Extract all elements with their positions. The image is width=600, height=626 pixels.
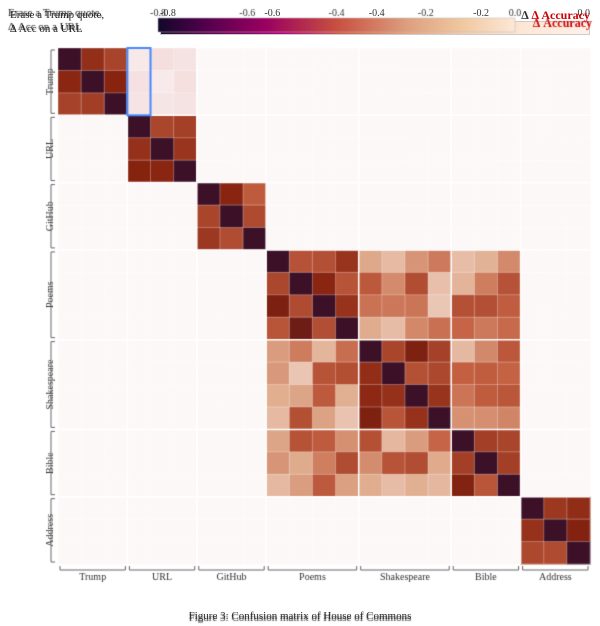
caption: Figure 3: Confusion matrix of House of C…: [10, 610, 590, 622]
main-container: Erase a Trump quote,∆ Acc on a URL -0.8 …: [0, 0, 600, 626]
heatmap-canvas: [0, 0, 600, 626]
